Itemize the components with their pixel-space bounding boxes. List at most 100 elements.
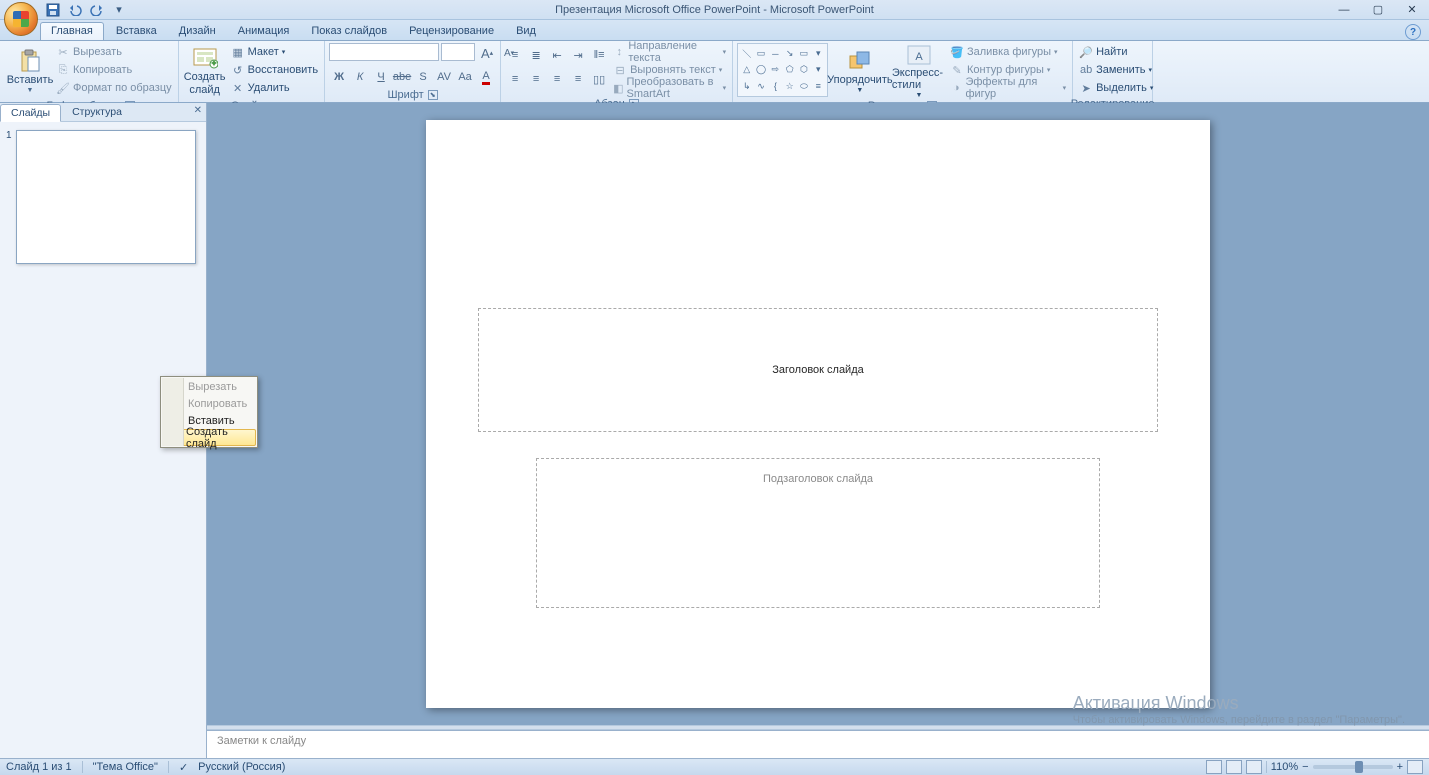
columns-button[interactable]: ▯▯ bbox=[589, 69, 609, 89]
shadow-button[interactable]: S bbox=[413, 67, 433, 87]
effects-icon: ◑ bbox=[950, 81, 962, 95]
zoom-out-button[interactable]: − bbox=[1302, 761, 1308, 773]
font-color-button[interactable]: A bbox=[476, 67, 496, 87]
line-spacing-button[interactable]: ‖≡ bbox=[589, 45, 609, 65]
slide-thumbnail-1[interactable] bbox=[16, 130, 196, 264]
align-text-icon: ⊟ bbox=[613, 63, 627, 77]
status-language[interactable]: Русский (Россия) bbox=[198, 761, 285, 773]
svg-text:A: A bbox=[915, 51, 923, 63]
shapes-gallery[interactable]: ＼▭─↘▭▾ △◯⇨⬠⬡▾ ↳∿{☆⬭≡ bbox=[737, 43, 828, 97]
tab-view[interactable]: Вид bbox=[506, 23, 546, 40]
save-icon[interactable] bbox=[44, 1, 62, 19]
bullets-button[interactable]: ≡ bbox=[505, 45, 525, 65]
paste-button[interactable]: Вставить ▼ bbox=[8, 43, 52, 99]
arrange-button[interactable]: Упорядочить▼ bbox=[830, 43, 890, 99]
font-launcher[interactable]: ⬊ bbox=[428, 90, 438, 100]
layout-icon: ▦ bbox=[231, 45, 245, 59]
text-direction-icon: ↕ bbox=[613, 45, 625, 59]
replace-button[interactable]: abЗаменить▾ bbox=[1077, 61, 1155, 79]
smartart-button[interactable]: ◧Преобразовать в SmartArt▾ bbox=[611, 79, 728, 97]
find-button[interactable]: 🔎Найти bbox=[1077, 43, 1155, 61]
shape-fill-button[interactable]: 🪣Заливка фигуры▾ bbox=[948, 43, 1068, 61]
reset-button[interactable]: ↺Восстановить bbox=[229, 61, 320, 79]
group-slides: ✦ Создать слайд ▦Макет▾ ↺Восстановить ✕У… bbox=[179, 41, 325, 102]
title-placeholder[interactable]: Заголовок слайда bbox=[478, 308, 1158, 432]
quick-access-toolbar: ▾ bbox=[44, 1, 128, 19]
align-left-button[interactable]: ≡ bbox=[505, 69, 525, 89]
format-painter-button[interactable]: 🖌Формат по образцу bbox=[54, 79, 174, 97]
tab-home[interactable]: Главная bbox=[40, 22, 104, 40]
slide-editor: Заголовок слайда Подзаголовок слайда Акт… bbox=[207, 103, 1429, 758]
group-editing: 🔎Найти abЗаменить▾ ➤Выделить▾ Редактиров… bbox=[1073, 41, 1153, 102]
tab-slideshow[interactable]: Показ слайдов bbox=[301, 23, 397, 40]
copy-icon: ⎘ bbox=[56, 63, 70, 77]
tab-review[interactable]: Рецензирование bbox=[399, 23, 504, 40]
layout-button[interactable]: ▦Макет▾ bbox=[229, 43, 320, 61]
quick-styles-button[interactable]: A Экспресс-стили▼ bbox=[892, 43, 946, 99]
subtitle-placeholder[interactable]: Подзаголовок слайда bbox=[536, 458, 1100, 608]
cut-button[interactable]: ✂Вырезать bbox=[54, 43, 174, 61]
indent-inc-button[interactable]: ⇥ bbox=[568, 45, 588, 65]
change-case-button[interactable]: Aa bbox=[455, 67, 475, 87]
nav-close-icon[interactable]: ✕ bbox=[194, 105, 202, 116]
scissors-icon: ✂ bbox=[56, 45, 70, 59]
slide-canvas[interactable]: Заголовок слайда Подзаголовок слайда bbox=[426, 120, 1210, 708]
align-center-button[interactable]: ≡ bbox=[526, 69, 546, 89]
status-slide-count: Слайд 1 из 1 bbox=[6, 761, 72, 773]
bold-button[interactable]: Ж bbox=[329, 67, 349, 87]
help-icon[interactable]: ? bbox=[1405, 24, 1421, 40]
text-direction-button[interactable]: ↕Направление текста▾ bbox=[611, 43, 728, 61]
close-button[interactable]: ✕ bbox=[1395, 0, 1429, 20]
grow-font-icon[interactable]: A▴ bbox=[477, 43, 497, 63]
maximize-button[interactable]: ▢ bbox=[1361, 0, 1395, 20]
zoom-slider[interactable] bbox=[1313, 765, 1393, 769]
char-spacing-button[interactable]: AV bbox=[434, 67, 454, 87]
strike-button[interactable]: abe bbox=[392, 67, 412, 87]
spellcheck-icon[interactable]: ✓ bbox=[179, 761, 188, 774]
status-theme: "Тема Office" bbox=[93, 761, 158, 773]
align-right-button[interactable]: ≡ bbox=[547, 69, 567, 89]
tab-animation[interactable]: Анимация bbox=[228, 23, 300, 40]
sorter-view-button[interactable] bbox=[1226, 760, 1242, 774]
title-bar: ▾ Презентация Microsoft Office PowerPoin… bbox=[0, 0, 1429, 20]
nav-tab-slides[interactable]: Слайды bbox=[0, 104, 61, 122]
minimize-button[interactable]: — bbox=[1327, 0, 1361, 20]
slideshow-view-button[interactable] bbox=[1246, 760, 1262, 774]
numbering-button[interactable]: ≣ bbox=[526, 45, 546, 65]
select-button[interactable]: ➤Выделить▾ bbox=[1077, 79, 1155, 97]
reset-icon: ↺ bbox=[231, 63, 245, 77]
zoom-level[interactable]: 110% bbox=[1271, 761, 1298, 773]
pen-icon: ✎ bbox=[950, 63, 964, 77]
italic-button[interactable]: К bbox=[350, 67, 370, 87]
new-slide-button[interactable]: ✦ Создать слайд bbox=[183, 43, 227, 99]
shape-effects-button[interactable]: ◑Эффекты для фигур▾ bbox=[948, 79, 1068, 97]
group-drawing: ＼▭─↘▭▾ △◯⇨⬠⬡▾ ↳∿{☆⬭≡ Упорядочить▼ A Эксп… bbox=[733, 41, 1073, 102]
font-name-combo[interactable] bbox=[329, 43, 439, 61]
notes-pane[interactable]: Заметки к слайду bbox=[207, 730, 1429, 758]
tab-design[interactable]: Дизайн bbox=[169, 23, 226, 40]
qat-dropdown-icon[interactable]: ▾ bbox=[110, 1, 128, 19]
zoom-in-button[interactable]: + bbox=[1397, 761, 1403, 773]
tab-insert[interactable]: Вставка bbox=[106, 23, 167, 40]
fit-to-window-button[interactable] bbox=[1407, 760, 1423, 774]
office-button[interactable] bbox=[4, 2, 38, 36]
nav-tab-outline[interactable]: Структура bbox=[61, 103, 133, 121]
font-size-combo[interactable] bbox=[441, 43, 475, 61]
underline-button[interactable]: Ч bbox=[371, 67, 391, 87]
context-menu: ✂Вырезать ⎘Копировать 📋Вставить ▣Создать… bbox=[160, 376, 258, 448]
redo-icon[interactable] bbox=[88, 1, 106, 19]
replace-icon: ab bbox=[1079, 63, 1093, 77]
brush-icon: 🖌 bbox=[56, 81, 70, 95]
activation-watermark: Активация Windows Чтобы активировать Win… bbox=[1073, 693, 1405, 726]
undo-icon[interactable] bbox=[66, 1, 84, 19]
justify-button[interactable]: ≡ bbox=[568, 69, 588, 89]
cursor-icon: ➤ bbox=[1079, 81, 1093, 95]
normal-view-button[interactable] bbox=[1206, 760, 1222, 774]
binoculars-icon: 🔎 bbox=[1079, 45, 1093, 59]
delete-button[interactable]: ✕Удалить bbox=[229, 79, 320, 97]
indent-dec-button[interactable]: ⇤ bbox=[547, 45, 567, 65]
copy-button[interactable]: ⎘Копировать bbox=[54, 61, 174, 79]
bucket-icon: 🪣 bbox=[950, 45, 964, 59]
svg-text:✦: ✦ bbox=[209, 58, 218, 69]
paste-label: Вставить bbox=[7, 74, 54, 86]
